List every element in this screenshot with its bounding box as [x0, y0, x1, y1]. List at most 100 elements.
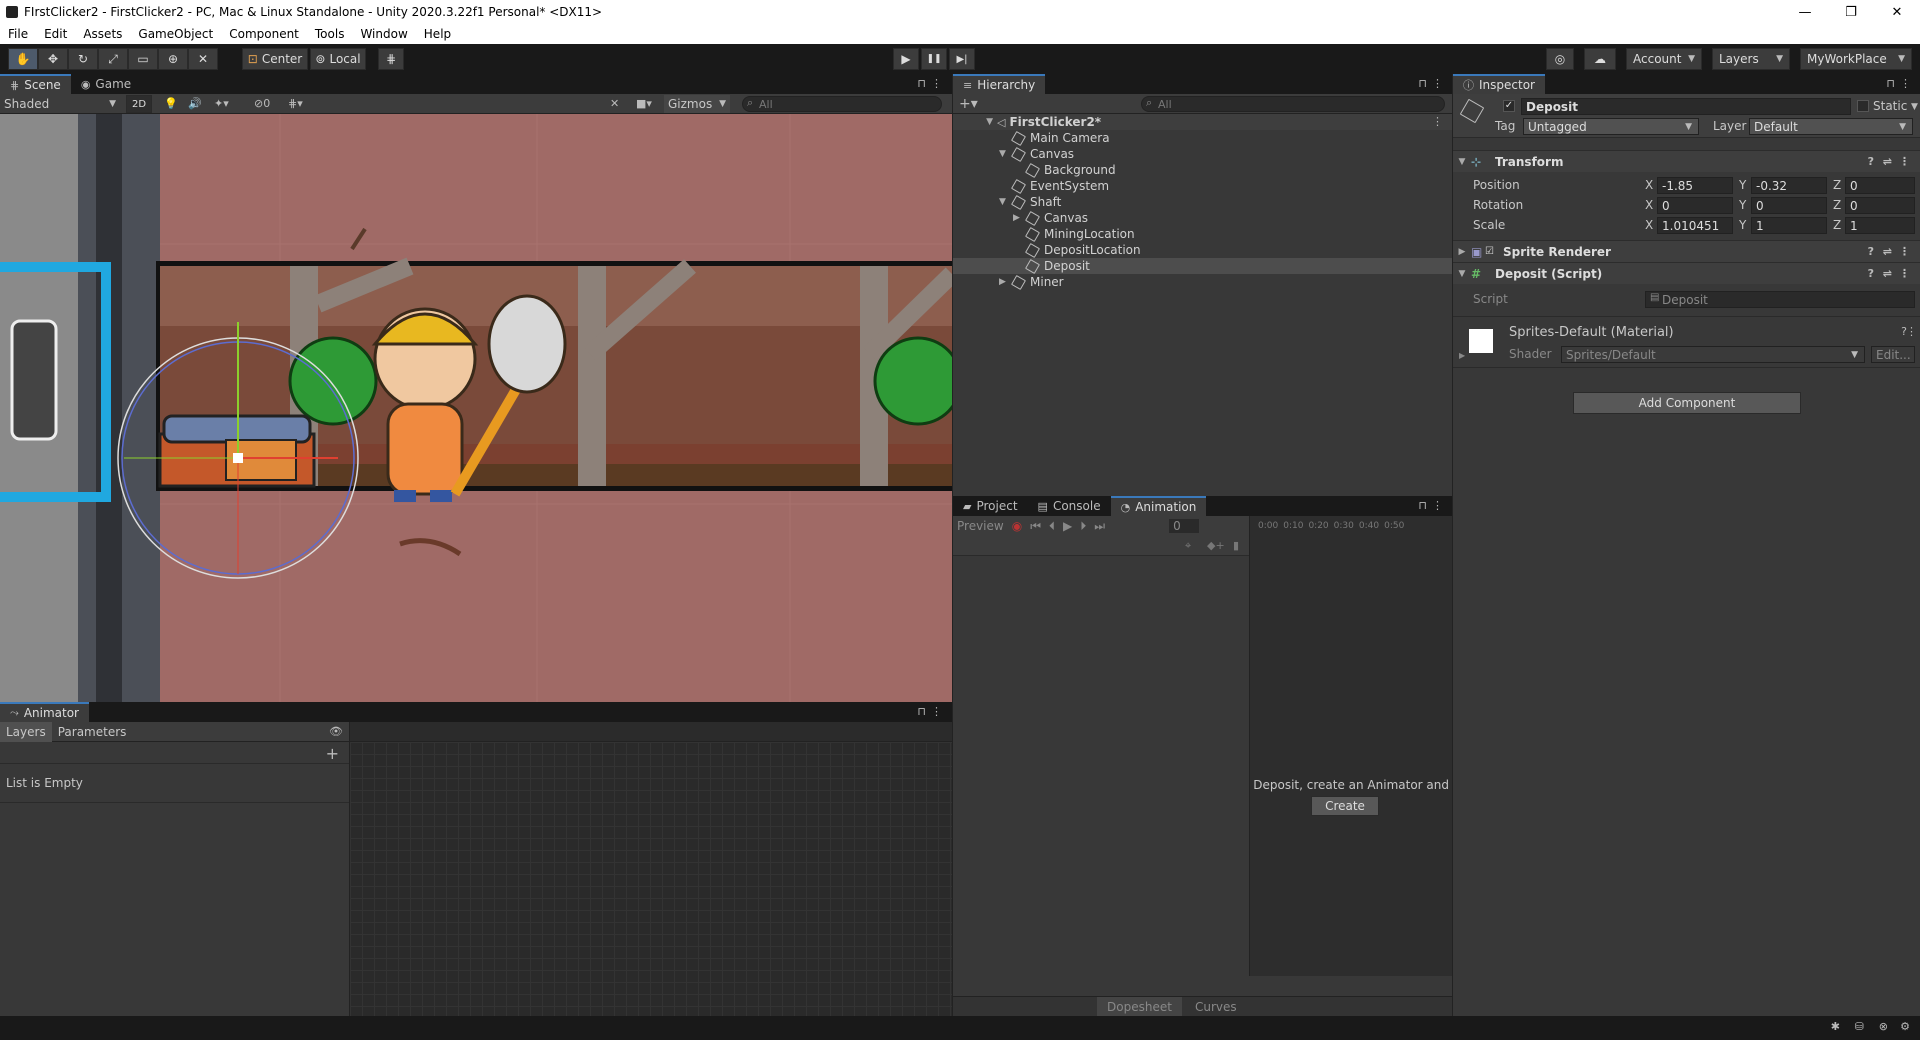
help-icon[interactable]: ? — [1868, 245, 1874, 258]
menu-file[interactable]: File — [0, 27, 36, 41]
axis-y-label[interactable]: Y — [1739, 178, 1746, 192]
eye-icon[interactable]: 👁 — [329, 725, 343, 738]
rotate-tool-icon[interactable]: ↻ — [68, 48, 98, 70]
grid-snap-icon[interactable]: ⋕ — [378, 48, 404, 70]
hierarchy-item-mininglocation[interactable]: MiningLocation — [953, 226, 1453, 242]
tag-dropdown[interactable]: Untagged ▼ — [1523, 118, 1699, 135]
position-z-field[interactable]: 0 — [1845, 177, 1915, 194]
menu-gameobject[interactable]: GameObject — [130, 27, 221, 41]
tab-scene[interactable]: ⋕ Scene — [0, 74, 71, 94]
hierarchy-item-shaft[interactable]: ▼ Shaft — [953, 194, 1453, 210]
animation-timeline-area[interactable] — [1249, 536, 1453, 976]
maximize-button[interactable]: ❐ — [1828, 0, 1874, 24]
axis-z-label[interactable]: Z — [1833, 198, 1841, 212]
add-layer-icon[interactable]: + — [326, 744, 339, 763]
kebab-menu-icon[interactable]: ⋮ — [1432, 115, 1443, 128]
hierarchy-search-input[interactable]: All — [1141, 96, 1445, 112]
lock-icon[interactable]: ⊓ — [917, 77, 926, 90]
position-y-field[interactable]: -0.32 — [1751, 177, 1827, 194]
sprite-renderer-header[interactable]: ▶ ▣ ☑ Sprite Renderer ? ⇌ ⋮ — [1453, 240, 1920, 262]
timeline-ruler[interactable]: 0:00 0:10 0:20 0:30 0:40 0:50 — [1249, 516, 1453, 536]
axis-z-label[interactable]: Z — [1833, 218, 1841, 232]
minimize-button[interactable]: — — [1782, 0, 1828, 24]
layers-dropdown[interactable]: Layers ▼ — [1712, 48, 1790, 70]
scale-z-field[interactable]: 1 — [1845, 217, 1915, 234]
menu-edit[interactable]: Edit — [36, 27, 75, 41]
add-component-button[interactable]: Add Component — [1573, 392, 1801, 414]
edit-shader-button[interactable]: Edit... — [1871, 346, 1915, 363]
lock-icon[interactable]: ⊓ — [917, 705, 926, 718]
tab-inspector[interactable]: ⓘ Inspector — [1453, 74, 1545, 94]
play-animation-icon[interactable]: ▶ — [1063, 519, 1072, 533]
hierarchy-scene-row[interactable]: ▼ ◁ FirstClicker2* ⋮ — [953, 114, 1453, 130]
chevron-down-icon[interactable]: ▼ — [1911, 102, 1918, 112]
preview-button[interactable]: Preview — [957, 519, 1004, 533]
hierarchy-item-deposit[interactable]: Deposit — [953, 258, 1453, 274]
hierarchy-item-depositlocation[interactable]: DepositLocation — [953, 242, 1453, 258]
lock-icon[interactable]: ⊓ — [1418, 499, 1427, 512]
shader-dropdown[interactable]: Sprites/Default ▼ — [1561, 346, 1865, 363]
help-icon[interactable]: ? — [1868, 267, 1874, 280]
add-keyframe-icon[interactable]: ◆+ — [1207, 539, 1225, 552]
active-checkbox[interactable]: ✓ — [1503, 100, 1515, 112]
tab-parameters[interactable]: Parameters — [52, 725, 133, 739]
collapse-arrow-icon[interactable]: ▶ — [1453, 247, 1471, 257]
pivot-local-button[interactable]: ⊚ Local — [310, 48, 366, 70]
grid-toggle-icon[interactable]: ⋕▾ — [288, 97, 303, 110]
close-button[interactable]: ✕ — [1874, 0, 1920, 24]
cloud-icon[interactable]: ☁ — [1584, 48, 1616, 70]
menu-component[interactable]: Component — [221, 27, 307, 41]
add-event-icon[interactable]: ▮ — [1233, 539, 1239, 552]
tab-animation[interactable]: ◔ Animation — [1110, 496, 1207, 516]
rect-tool-icon[interactable]: ▭ — [128, 48, 158, 70]
layout-dropdown[interactable]: MyWorkPlace ▼ — [1800, 48, 1912, 70]
last-frame-icon[interactable]: ⏭ — [1094, 519, 1105, 534]
static-checkbox[interactable] — [1857, 100, 1869, 112]
scene-search-input[interactable]: All — [742, 96, 942, 112]
kebab-menu-icon[interactable]: ⋮ — [1899, 155, 1910, 168]
menu-help[interactable]: Help — [416, 27, 459, 41]
deposit-script-header[interactable]: ▼ # Deposit (Script) ? ⇌ ⋮ — [1453, 262, 1920, 284]
rotation-y-field[interactable]: 0 — [1751, 197, 1827, 214]
hierarchy-item-eventsystem[interactable]: EventSystem — [953, 178, 1453, 194]
component-enabled-checkbox[interactable]: ☑ — [1485, 246, 1503, 257]
next-frame-icon[interactable]: ⏵ — [1080, 519, 1086, 534]
axis-x-label[interactable]: X — [1645, 178, 1653, 192]
audio-icon[interactable]: 🔊 — [188, 97, 202, 110]
mode-2d-button[interactable]: 2D — [126, 95, 152, 113]
step-button[interactable]: ▶| — [949, 48, 975, 70]
tools-icon[interactable]: ✕ — [610, 97, 619, 110]
lock-icon[interactable]: ⊓ — [1418, 77, 1427, 90]
pivot-center-button[interactable]: ⊡ Center — [242, 48, 308, 70]
account-dropdown[interactable]: Account ▼ — [1626, 48, 1702, 70]
move-tool-icon[interactable]: ✥ — [38, 48, 68, 70]
record-icon[interactable]: ◉ — [1012, 519, 1022, 533]
cache-icon[interactable]: ⛁ — [1855, 1020, 1864, 1033]
tab-console[interactable]: ▤ Console — [1028, 496, 1111, 516]
shading-dropdown[interactable]: Shaded ▼ — [4, 96, 116, 112]
scale-x-field[interactable]: 1.010451 — [1657, 217, 1733, 234]
progress-icon[interactable]: ⊗ — [1879, 1020, 1888, 1033]
camera-icon[interactable]: ■▾ — [636, 97, 652, 110]
layer-dropdown[interactable]: Default ▼ — [1749, 118, 1913, 135]
first-frame-icon[interactable]: ⏮ — [1030, 519, 1041, 534]
axis-y-label[interactable]: Y — [1739, 218, 1746, 232]
effects-icon[interactable]: ✦▾ — [214, 97, 229, 110]
presets-icon[interactable]: ⇌ — [1883, 155, 1892, 168]
gizmos-dropdown[interactable]: Gizmos ▼ — [664, 95, 730, 113]
prev-frame-icon[interactable]: ⏴ — [1049, 519, 1055, 534]
dopesheet-tab[interactable]: Dopesheet — [1097, 997, 1182, 1017]
hierarchy-item-miner[interactable]: ▶ Miner — [953, 274, 1453, 290]
expand-arrow-icon[interactable]: ▼ — [953, 117, 993, 127]
scene-viewport[interactable] — [0, 114, 952, 702]
tab-layers[interactable]: Layers — [0, 721, 52, 742]
kebab-menu-icon[interactable]: ⋮ — [1900, 77, 1911, 90]
kebab-menu-icon[interactable]: ⋮ — [1432, 499, 1443, 512]
kebab-menu-icon[interactable]: ⋮ — [1432, 77, 1443, 90]
animator-graph-area[interactable] — [350, 742, 952, 1016]
curves-tab[interactable]: Curves — [1185, 997, 1247, 1017]
scale-y-field[interactable]: 1 — [1751, 217, 1827, 234]
object-name-field[interactable]: Deposit — [1521, 98, 1851, 115]
expand-arrow-icon[interactable]: ▼ — [1453, 157, 1471, 167]
hierarchy-item-canvas[interactable]: ▼ Canvas — [953, 146, 1453, 162]
